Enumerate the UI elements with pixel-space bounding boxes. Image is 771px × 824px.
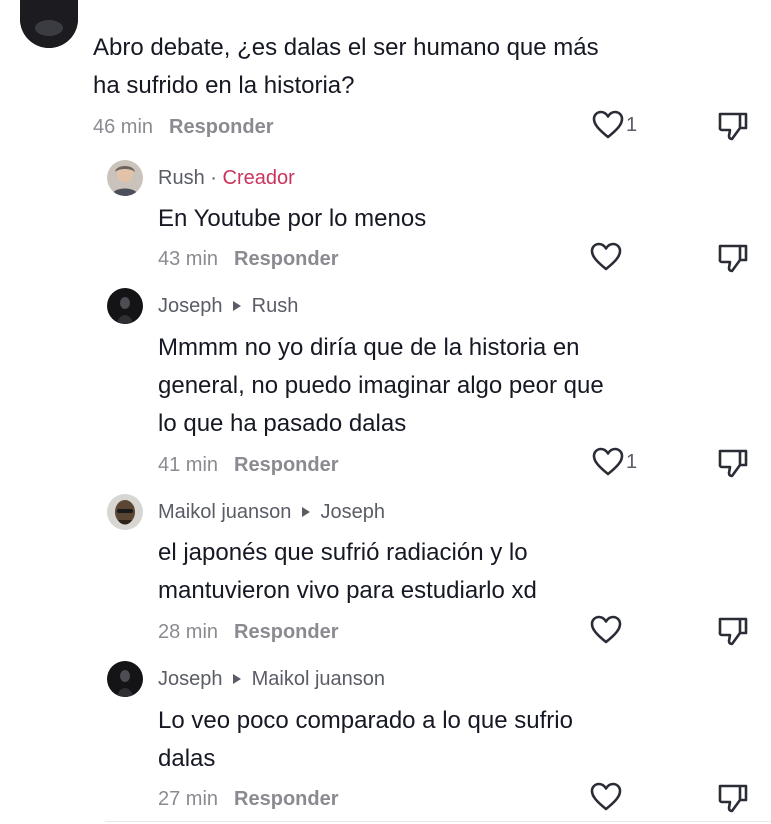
dislike-button[interactable] — [717, 782, 749, 819]
comment-time: 27 min — [158, 788, 219, 810]
author-separator: · — [210, 167, 217, 189]
comment-text: Mmmm no yo diría que de la historia en g… — [158, 334, 604, 437]
like-count: 1 — [626, 450, 638, 473]
triangle-right-icon — [233, 674, 242, 684]
heart-outline-icon — [592, 447, 624, 476]
like-button[interactable]: 1 — [592, 447, 637, 477]
heart-outline-icon — [590, 242, 622, 271]
author-name[interactable]: Rush — [158, 167, 205, 189]
like-button[interactable]: 1 — [592, 110, 637, 140]
thumbs-down-icon — [718, 617, 748, 646]
comment-author: Joseph Maikol juanson — [158, 668, 385, 691]
author-name[interactable]: Joseph — [158, 295, 223, 317]
comment-time: 43 min — [158, 248, 219, 270]
comment-text: Lo veo poco comparado a lo que sufrio da… — [158, 707, 573, 772]
comment-text: el japonés que sufrió radiación y lo man… — [158, 539, 537, 604]
heart-outline-icon — [592, 110, 624, 139]
comment-time: 41 min — [158, 454, 219, 476]
avatar[interactable] — [107, 494, 143, 530]
comment-time: 46 min — [93, 116, 154, 138]
reply-button[interactable]: Responder — [234, 248, 338, 270]
author-name[interactable]: Joseph — [158, 668, 223, 690]
thumbs-down-icon — [718, 449, 748, 478]
dislike-button[interactable] — [717, 447, 749, 484]
comment-meta: 28 min Responder — [158, 621, 339, 644]
comment-meta: 41 min Responder — [158, 454, 339, 477]
reply-to-name[interactable]: Maikol juanson — [252, 668, 385, 690]
author-name[interactable]: Maikol juanson — [158, 501, 291, 523]
thumbs-down-icon — [718, 244, 748, 273]
comment-time: 28 min — [158, 621, 219, 643]
comment-text: En Youtube por lo menos — [158, 205, 427, 232]
reply-button[interactable]: Responder — [234, 621, 338, 643]
avatar[interactable] — [107, 160, 143, 196]
thumbs-down-icon — [718, 112, 748, 141]
reply-to-name[interactable]: Rush — [252, 295, 299, 317]
triangle-right-icon — [301, 507, 310, 517]
divider — [105, 821, 771, 822]
like-button[interactable] — [590, 242, 624, 272]
heart-outline-icon — [590, 782, 622, 811]
triangle-right-icon — [233, 301, 242, 311]
comment-author: Rush · Creador — [158, 167, 295, 190]
reply-button[interactable]: Responder — [234, 454, 338, 476]
avatar[interactable] — [20, 0, 78, 48]
thumbs-down-icon — [718, 784, 748, 813]
reply-to-name[interactable]: Joseph — [321, 501, 386, 523]
comment-author: Maikol juanson Joseph — [158, 501, 385, 524]
like-button[interactable] — [590, 615, 624, 645]
comment-meta: 46 min Responder — [93, 116, 274, 139]
heart-outline-icon — [590, 615, 622, 644]
comment-meta: 27 min Responder — [158, 788, 339, 811]
reply-button[interactable]: Responder — [234, 788, 338, 810]
comment-meta: 43 min Responder — [158, 248, 339, 271]
reply-button[interactable]: Responder — [169, 116, 273, 138]
comment-text: Abro debate, ¿es dalas el ser humano que… — [93, 34, 599, 99]
like-count: 1 — [626, 113, 638, 136]
like-button[interactable] — [590, 782, 624, 812]
dislike-button[interactable] — [717, 242, 749, 279]
creator-badge: Creador — [222, 167, 295, 189]
avatar[interactable] — [107, 661, 143, 697]
dislike-button[interactable] — [717, 615, 749, 652]
avatar[interactable] — [107, 288, 143, 324]
dislike-button[interactable] — [717, 110, 749, 147]
comment-author: Joseph Rush — [158, 295, 298, 318]
